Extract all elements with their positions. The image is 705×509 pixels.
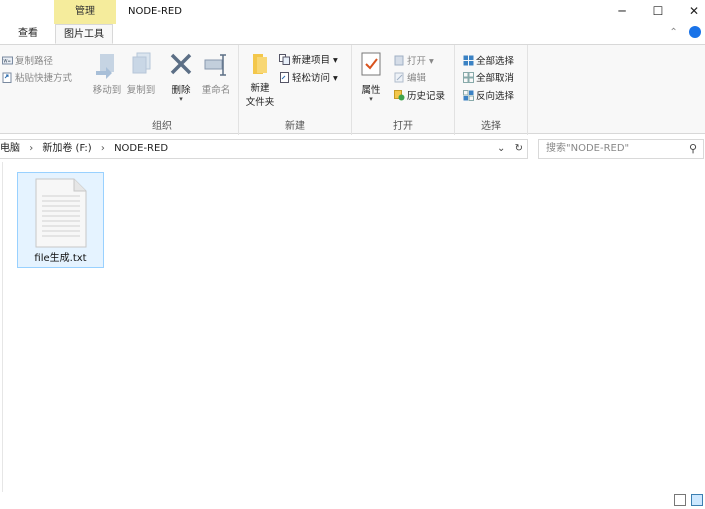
address-bar[interactable]: 此电脑 › 新加卷 (F:) › NODE-RED ⌄ ↻ (0, 139, 528, 159)
edit-icon (394, 72, 404, 83)
maximize-button[interactable]: ☐ (640, 0, 676, 24)
paste-shortcut-label: 粘贴快捷方式 (15, 73, 73, 84)
address-dropdown-icon[interactable]: ⌄ (497, 143, 505, 154)
select-all-button[interactable]: 全部选择 (463, 53, 514, 67)
new-folder-button[interactable]: 新建 文件夹 (241, 51, 279, 108)
move-to-icon (96, 54, 114, 79)
copy-path-icon: W≡ (2, 56, 13, 65)
svg-text:W≡: W≡ (4, 59, 11, 64)
ribbon: W≡ 复制路径 粘贴快捷方式 移动到 复制到 删除 ▾ 重命名 组织 新建 文件… (0, 44, 705, 135)
select-all-icon (463, 55, 474, 66)
rename-button[interactable]: 重命名 (198, 51, 234, 96)
select-group: 全部选择 全部取消 反向选择 选择 (455, 45, 528, 135)
new-folder-icon (253, 54, 267, 74)
status-bar (0, 492, 705, 509)
breadcrumb-this-pc[interactable]: 此电脑 (0, 140, 20, 158)
collapse-ribbon-icon[interactable]: ⌃ (669, 27, 677, 38)
address-row: 此电脑 › 新加卷 (F:) › NODE-RED ⌄ ↻ 搜索"NODE-RE… (0, 138, 705, 160)
open-icon (394, 55, 404, 66)
edit-label: 编辑 (407, 73, 427, 84)
easy-access-label: 轻松访问 ▾ (292, 73, 338, 84)
title-bar: 管理 NODE-RED ─ ☐ ✕ (0, 0, 705, 24)
copy-to-button[interactable]: 复制到 (122, 51, 160, 96)
properties-dropdown-icon[interactable]: ▾ (356, 96, 386, 103)
properties-button[interactable]: 属性 ▾ (356, 51, 386, 103)
breadcrumb-chevron-icon[interactable]: › (29, 140, 33, 158)
text-file-icon (35, 178, 87, 248)
tab-picture-tools[interactable]: 图片工具 (55, 24, 113, 44)
file-list[interactable]: file生成.txt (0, 162, 705, 492)
refresh-icon[interactable]: ↻ (515, 143, 523, 154)
details-view-icon[interactable] (673, 494, 686, 506)
select-none-icon (463, 72, 474, 83)
invert-selection-label: 反向选择 (476, 91, 515, 102)
view-toggle (672, 494, 703, 506)
edit-button[interactable]: 编辑 (394, 70, 426, 84)
organize-group: 移动到 复制到 删除 ▾ 重命名 组织 (86, 45, 239, 135)
select-none-label: 全部取消 (476, 73, 515, 84)
paste-shortcut-icon (2, 72, 12, 83)
ribbon-tabs: 查看 图片工具 ⌃ (0, 24, 705, 44)
file-name: file生成.txt (34, 253, 87, 264)
rename-icon (204, 54, 226, 76)
help-icon[interactable] (689, 26, 701, 38)
close-button[interactable]: ✕ (676, 0, 705, 24)
history-label: 历史记录 (407, 91, 446, 102)
breadcrumb-drive-f[interactable]: 新加卷 (F:) (42, 140, 91, 158)
search-icon[interactable]: ⚲ (689, 140, 697, 158)
easy-access-button[interactable]: 轻松访问 ▾ (279, 70, 338, 84)
delete-dropdown-icon[interactable]: ▾ (166, 96, 196, 103)
new-group: 新建 文件夹 新建项目 ▾ 轻松访问 ▾ 新建 (239, 45, 352, 135)
paste-shortcut-button[interactable]: 粘贴快捷方式 (2, 70, 72, 84)
delete-label: 删除 (171, 85, 191, 96)
history-button[interactable]: 历史记录 (394, 88, 445, 102)
address-controls: ⌄ ↻ (497, 140, 523, 158)
easy-access-icon (280, 72, 289, 83)
properties-label: 属性 (361, 85, 381, 96)
search-box[interactable]: 搜索"NODE-RED" ⚲ (538, 139, 704, 159)
history-icon (394, 90, 405, 101)
organize-group-label: 组织 (152, 121, 172, 132)
file-item[interactable]: file生成.txt (17, 172, 104, 268)
ribbon-controls: ⌃ (669, 26, 701, 38)
select-none-button[interactable]: 全部取消 (463, 70, 514, 84)
invert-selection-button[interactable]: 反向选择 (463, 88, 514, 102)
search-placeholder: 搜索"NODE-RED" (546, 143, 630, 154)
move-to-button[interactable]: 移动到 (90, 51, 124, 96)
new-item-label: 新建项目 ▾ (292, 55, 338, 66)
breadcrumb-node-red[interactable]: NODE-RED (114, 140, 168, 158)
window-title: NODE-RED (128, 6, 182, 17)
delete-button[interactable]: 删除 ▾ (166, 51, 196, 103)
copy-path-label: 复制路径 (15, 56, 54, 67)
select-group-label: 选择 (481, 121, 501, 132)
move-to-label: 移动到 (92, 85, 122, 96)
open-group-label: 打开 (393, 121, 413, 132)
copy-to-icon (132, 52, 151, 74)
properties-icon (361, 52, 381, 76)
new-folder-label-2: 文件夹 (245, 97, 275, 108)
delete-icon (170, 53, 192, 75)
large-icons-view-icon[interactable] (691, 494, 703, 506)
new-item-button[interactable]: 新建项目 ▾ (279, 52, 338, 66)
invert-selection-icon (463, 90, 474, 101)
open-button[interactable]: 打开 ▾ (394, 53, 434, 67)
contextual-tab-manage[interactable]: 管理 (54, 0, 116, 24)
breadcrumb-chevron-icon[interactable]: › (101, 140, 105, 158)
new-folder-label-1: 新建 (250, 83, 270, 94)
tab-view[interactable]: 查看 (10, 24, 46, 44)
new-group-label: 新建 (285, 121, 305, 132)
copy-to-label: 复制到 (126, 85, 156, 96)
navigation-pane-edge[interactable] (0, 162, 3, 492)
rename-label: 重命名 (201, 85, 231, 96)
clipboard-group: W≡ 复制路径 粘贴快捷方式 (0, 45, 84, 135)
open-group: 属性 ▾ 打开 ▾ 编辑 历史记录 打开 (352, 45, 455, 135)
new-item-icon (279, 54, 290, 65)
minimize-button[interactable]: ─ (604, 0, 640, 24)
open-label: 打开 ▾ (407, 56, 434, 67)
select-all-label: 全部选择 (476, 56, 515, 67)
copy-path-button[interactable]: W≡ 复制路径 (2, 53, 53, 67)
